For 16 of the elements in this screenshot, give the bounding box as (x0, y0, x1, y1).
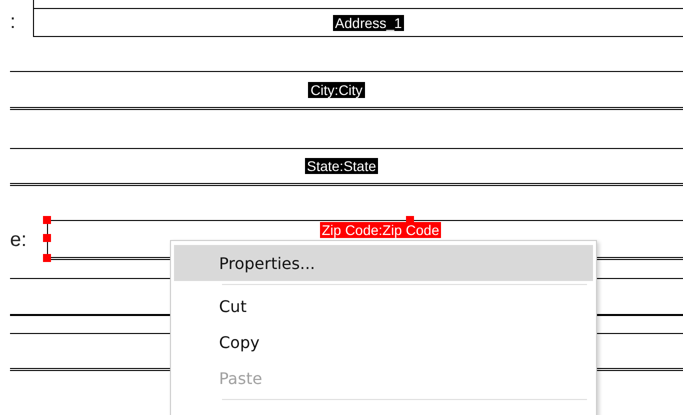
resize-handle[interactable] (406, 216, 414, 224)
resize-handle[interactable] (43, 254, 51, 262)
resize-handle[interactable] (43, 216, 51, 224)
field-binding: Zip Code:Zip Code (320, 222, 442, 238)
report-field[interactable]: State:State (10, 148, 683, 186)
resize-handle[interactable] (43, 234, 51, 242)
report-field[interactable]: City:City (10, 71, 683, 110)
report-field[interactable]: Address_1 (33, 8, 683, 37)
field-label: : (9, 11, 17, 34)
menu-item[interactable]: Copy (174, 324, 593, 360)
field-label: e: (9, 228, 28, 252)
menu-item[interactable]: Properties... (174, 245, 593, 281)
field-binding: State:State (304, 158, 378, 174)
field-binding: Address_1 (333, 14, 404, 30)
field-binding: City:City (308, 82, 365, 98)
menu-item[interactable]: Cut (174, 288, 593, 324)
